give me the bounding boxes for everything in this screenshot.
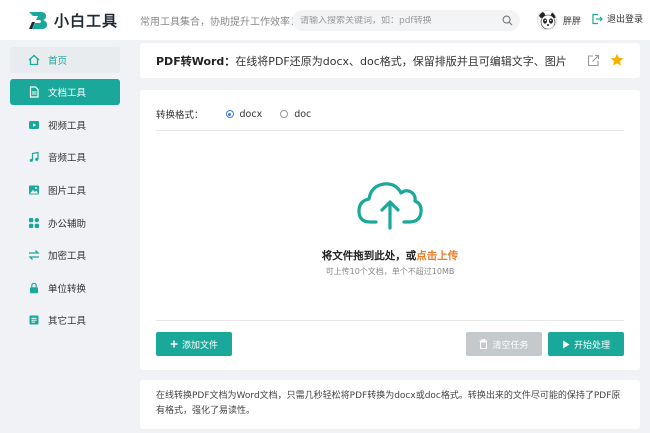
grid-icon (28, 217, 40, 229)
sidebar-item-unit-conversion[interactable]: 单位转换 (10, 275, 120, 301)
divider (156, 320, 624, 321)
swap-icon (28, 249, 40, 261)
start-processing-label: 开始处理 (573, 340, 610, 351)
sidebar-item-label: 加密工具 (48, 251, 87, 263)
upload-panel: 转换格式： docx doc 将文件拖到此处，或点击上传 可上传10个文档，单个… (140, 90, 640, 370)
logo[interactable]: 小白工具 (26, 9, 118, 31)
format-selector: 转换格式： docx doc (156, 107, 329, 122)
share-icon[interactable] (587, 54, 600, 67)
sidebar-item-other-tools[interactable]: 其它工具 (10, 307, 120, 333)
tool-title-bar: PDF转Word： 在线将PDF还原为docx、doc格式，保留排版并且可编辑文… (140, 43, 640, 78)
sidebar-item-label: 视频工具 (48, 120, 87, 132)
slogan: 常用工具集合，协助提升工作效率！ (140, 17, 300, 28)
sidebar-item-home[interactable]: 首页 (10, 46, 120, 73)
search-icon[interactable] (502, 15, 513, 26)
sidebar-item-label: 办公辅助 (48, 218, 87, 230)
click-upload-link[interactable]: 点击上传 (416, 250, 458, 262)
radio-unchecked-icon[interactable] (280, 110, 289, 118)
sidebar-item-video-tools[interactable]: 视频工具 (10, 112, 120, 138)
format-label: 转换格式： (156, 110, 204, 121)
logout-button[interactable]: 退出登录 (591, 12, 643, 25)
video-icon (28, 119, 40, 131)
logout-label: 退出登录 (607, 15, 644, 25)
clear-tasks-button[interactable]: 清空任务 (466, 332, 542, 356)
add-file-label: 添加文件 (181, 340, 218, 351)
sidebar-item-office-tools[interactable]: 办公辅助 (10, 210, 120, 236)
sidebar-item-image-tools[interactable]: 图片工具 (10, 177, 120, 203)
sidebar-item-label: 音频工具 (48, 153, 87, 165)
search-input[interactable] (300, 15, 490, 26)
add-file-button[interactable]: 添加文件 (156, 332, 232, 356)
plus-icon (170, 340, 178, 348)
top-header: 小白工具 常用工具集合，协助提升工作效率！ 胖胖 退出登录 (0, 0, 650, 40)
trash-icon (479, 339, 488, 349)
format-option-doc[interactable]: doc (280, 109, 311, 120)
radio-checked-icon[interactable] (225, 110, 234, 118)
upload-limit-note: 可上传10个文档，单个不超过10MB (325, 267, 455, 276)
search-bar (292, 10, 520, 31)
document-icon (28, 86, 40, 98)
clear-tasks-label: 清空任务 (492, 340, 529, 351)
drop-instruction: 将文件拖到此处，或点击上传 (140, 248, 640, 263)
sidebar-item-encryption-tools[interactable]: 加密工具 (10, 242, 120, 268)
logo-text: 小白工具 (54, 11, 119, 30)
sidebar-item-label: 其它工具 (48, 316, 87, 328)
home-icon (28, 54, 40, 66)
logo-icon (29, 12, 47, 29)
format-option-label: doc (294, 108, 312, 120)
username[interactable]: 胖胖 (563, 14, 581, 27)
favorite-star-icon[interactable] (610, 53, 624, 67)
sidebar-item-audio-tools[interactable]: 音频工具 (10, 144, 120, 170)
image-icon (28, 184, 40, 196)
description-text: 在线转换PDF文档为Word文档，只需几秒轻松将PDF转换为docx或doc格式… (156, 391, 621, 416)
sidebar: 首页 文档工具 视频工具 音频工具 图片工具 办公辅助 加密工具 单位转换 其它… (10, 40, 120, 333)
tool-description: 在线转换PDF文档为Word文档，只需几秒轻松将PDF转换为docx或doc格式… (140, 380, 640, 429)
avatar[interactable] (537, 10, 557, 30)
list-icon (28, 314, 40, 326)
sidebar-item-label: 文档工具 (48, 88, 87, 100)
lock-icon (28, 282, 40, 294)
play-icon (562, 340, 570, 349)
page-title: PDF转Word： (156, 54, 236, 68)
start-processing-button[interactable]: 开始处理 (548, 332, 624, 356)
sidebar-item-document-tools[interactable]: 文档工具 (10, 79, 120, 106)
page-subtitle: 在线将PDF还原为docx、doc格式，保留排版并且可编辑文字、图片 (235, 54, 567, 68)
drop-text: 将文件拖到此处，或 (321, 250, 417, 262)
sidebar-item-label: 单位转换 (48, 283, 87, 295)
cloud-upload-icon[interactable] (356, 178, 424, 232)
sidebar-item-label: 图片工具 (48, 185, 87, 197)
logout-icon (592, 13, 603, 24)
format-option-docx[interactable]: docx (225, 108, 263, 120)
music-icon (28, 151, 40, 163)
format-option-label: docx (239, 108, 263, 120)
sidebar-item-label: 首页 (48, 55, 68, 67)
panda-avatar-icon (538, 11, 556, 29)
